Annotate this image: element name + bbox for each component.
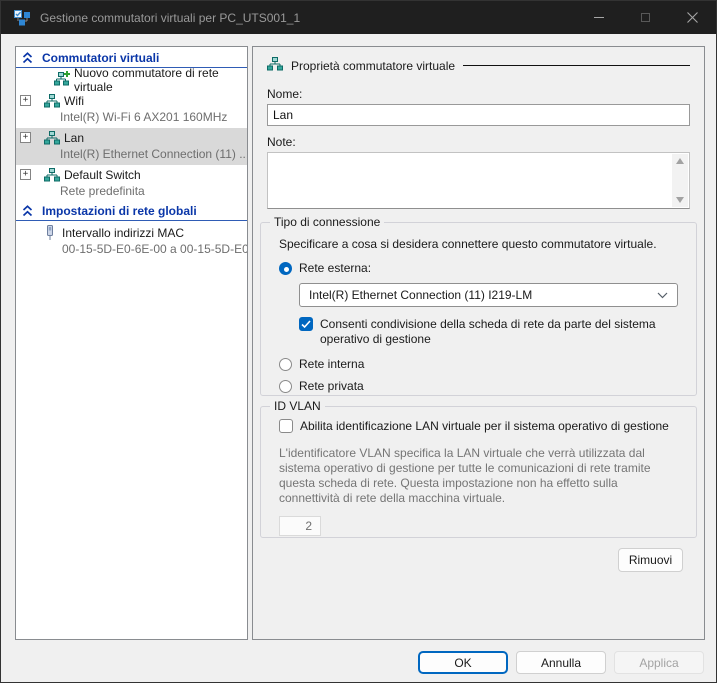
close-icon: [687, 12, 698, 23]
scroll-up-icon[interactable]: [676, 158, 684, 164]
ok-button[interactable]: OK: [418, 651, 508, 674]
radio-label: Rete esterna:: [299, 261, 371, 275]
minimize-button[interactable]: [575, 1, 622, 34]
name-label: Nome:: [267, 87, 690, 101]
notes-scrollbar[interactable]: [672, 154, 688, 207]
sidebar-item-mac-range[interactable]: Intervallo indirizzi MAC 00-15-5D-E0-6E-…: [16, 222, 247, 260]
network-switch-plus-icon: [54, 71, 70, 89]
radio-label: Rete privata: [299, 379, 364, 393]
dialog-footer: OK Annulla Applica: [418, 651, 704, 674]
apply-button: Applica: [614, 651, 704, 674]
panel-header: Proprietà commutatore virtuale: [267, 57, 690, 74]
network-adapter-icon: [45, 225, 55, 244]
expand-icon[interactable]: +: [20, 132, 31, 143]
section-title: Commutatori virtuali: [42, 51, 159, 65]
vlan-id-input: [279, 516, 321, 536]
connection-type-group: Tipo di connessione Specificare a cosa s…: [260, 222, 697, 396]
vlan-help-text: L'identificatore VLAN specifica la LAN v…: [279, 446, 678, 506]
minimize-icon: [594, 17, 604, 18]
connection-description: Specificare a cosa si desidera connetter…: [279, 237, 678, 251]
network-switch-icon: [267, 57, 283, 74]
checkbox-share-adapter[interactable]: Consenti condivisione della scheda di re…: [299, 317, 678, 347]
close-button[interactable]: [669, 1, 716, 34]
titlebar: Gestione commutatori virtuali per PC_UTS…: [1, 1, 716, 34]
radio-unchecked-icon[interactable]: [279, 358, 292, 371]
radio-unchecked-icon[interactable]: [279, 380, 292, 393]
sidebar-item-label: Nuovo commutatore di rete virtuale: [74, 66, 247, 94]
maximize-button: [622, 1, 669, 34]
switch-list: Commutatori virtuali Nuovo commutatore d…: [15, 46, 248, 640]
checkbox-enable-vlan[interactable]: Abilita identificazione LAN virtuale per…: [279, 419, 678, 434]
radio-internal-network[interactable]: Rete interna: [279, 357, 678, 371]
adapter-dropdown[interactable]: Intel(R) Ethernet Connection (11) I219-L…: [299, 283, 678, 307]
window-controls: [575, 1, 716, 34]
network-switch-icon: [44, 168, 60, 185]
checkbox-label: Consenti condivisione della scheda di re…: [320, 317, 678, 347]
radio-label: Rete interna: [299, 357, 364, 371]
checkbox-unchecked-icon[interactable]: [279, 419, 293, 433]
radio-checked-icon[interactable]: [279, 262, 292, 275]
window-title: Gestione commutatori virtuali per PC_UTS…: [40, 11, 300, 25]
switch-adapter: Intel(R) Ethernet Connection (11) ...: [16, 146, 247, 162]
expand-icon[interactable]: +: [20, 95, 31, 106]
name-input[interactable]: [267, 104, 690, 126]
header-rule: [463, 65, 690, 66]
radio-private-network[interactable]: Rete privata: [279, 379, 678, 393]
switch-adapter: Rete predefinita: [16, 183, 247, 199]
expand-icon[interactable]: +: [20, 169, 31, 180]
hyperv-switch-manager-icon: [14, 10, 30, 26]
notes-label: Note:: [267, 135, 690, 149]
adapter-dropdown-value: Intel(R) Ethernet Connection (11) I219-L…: [309, 288, 532, 302]
scroll-down-icon[interactable]: [676, 197, 684, 203]
maximize-icon: [641, 13, 650, 22]
checkbox-label: Abilita identificazione LAN virtuale per…: [300, 419, 669, 434]
double-chevron-up-icon: [22, 52, 33, 64]
sidebar-item-wifi[interactable]: + Wifi Intel(R) Wi-Fi 6 AX201 160MHz: [16, 91, 247, 128]
switch-adapter: Intel(R) Wi-Fi 6 AX201 160MHz: [16, 109, 247, 125]
switch-properties-panel: Proprietà commutatore virtuale Nome: Not…: [252, 46, 705, 640]
checkbox-checked-icon[interactable]: [299, 317, 313, 331]
connection-group-title: Tipo di connessione: [270, 215, 384, 230]
network-switch-icon: [44, 131, 60, 148]
virtual-switch-manager-window: Gestione commutatori virtuali per PC_UTS…: [0, 0, 717, 683]
radio-external-network[interactable]: Rete esterna:: [279, 261, 678, 275]
chevron-down-icon: [657, 292, 668, 299]
notes-textarea[interactable]: [267, 152, 690, 209]
section-title: Impostazioni di rete globali: [42, 204, 197, 218]
vlan-group: ID VLAN Abilita identificazione LAN virt…: [260, 406, 697, 538]
remove-button[interactable]: Rimuovi: [618, 548, 683, 572]
sidebar-item-lan[interactable]: + Lan Intel(R) Ethernet Connection (11) …: [16, 128, 247, 165]
sidebar-item-default-switch[interactable]: + Default Switch Rete predefinita: [16, 165, 247, 202]
sidebar-item-new-switch[interactable]: Nuovo commutatore di rete virtuale: [16, 69, 247, 91]
network-switch-icon: [44, 94, 60, 111]
cancel-button[interactable]: Annulla: [516, 651, 606, 674]
vlan-group-title: ID VLAN: [270, 399, 325, 414]
double-chevron-up-icon: [22, 205, 33, 217]
panel-title: Proprietà commutatore virtuale: [291, 59, 455, 73]
section-header-global-settings[interactable]: Impostazioni di rete globali: [16, 202, 247, 221]
